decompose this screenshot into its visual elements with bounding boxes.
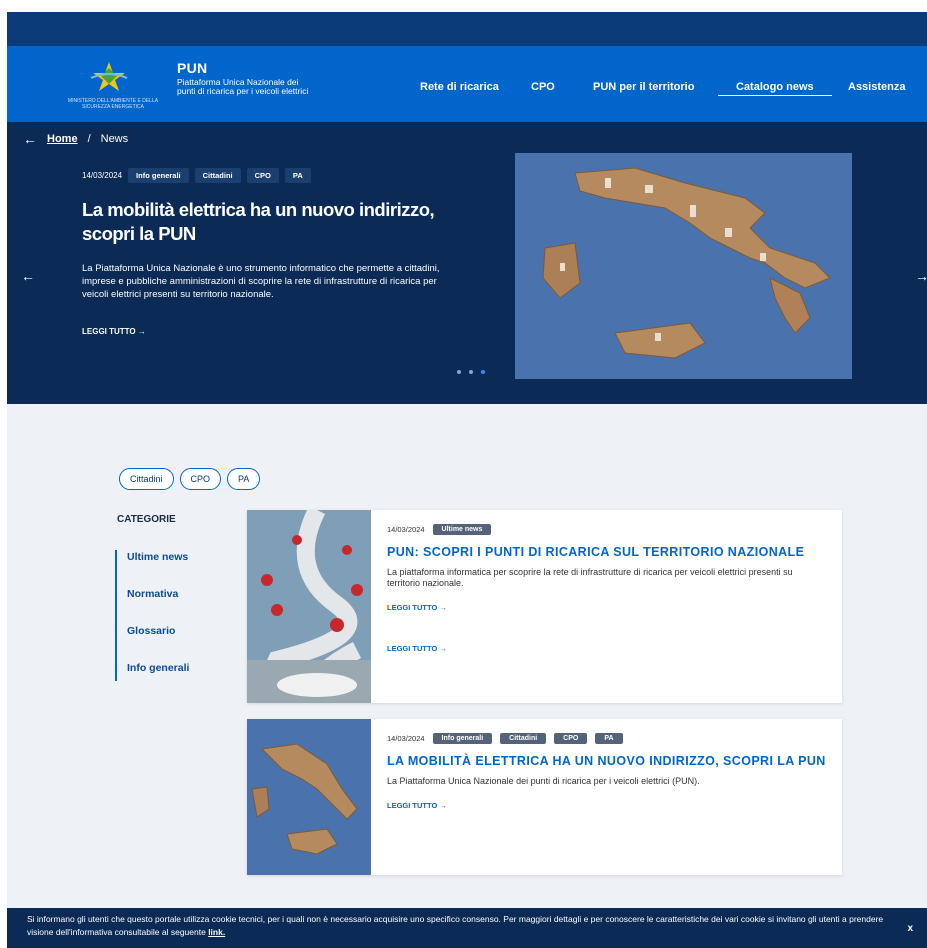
hero-date: 14/03/2024: [82, 171, 123, 180]
card-read-more-link[interactable]: LEGGI TUTTO →: [387, 801, 828, 810]
nav-pun-territorio[interactable]: PUN per il territorio: [593, 81, 694, 93]
category-info-generali[interactable]: Info generali: [117, 661, 189, 681]
card-date: 14/03/2024: [387, 734, 425, 743]
hero-read-more-link[interactable]: LEGGI TUTTO →: [82, 327, 146, 336]
nav-cpo[interactable]: CPO: [531, 81, 555, 93]
road-pins-image: [247, 510, 371, 703]
category-ultime-news[interactable]: Ultime news: [117, 550, 189, 587]
breadcrumb-separator: /: [87, 133, 91, 145]
chip-cpo[interactable]: CPO: [179, 468, 222, 490]
hero-tag[interactable]: Cittadini: [194, 168, 241, 183]
card-tag[interactable]: Cittadini: [500, 733, 547, 744]
nav-assistenza[interactable]: Assistenza: [848, 81, 905, 93]
chip-pa[interactable]: PA: [227, 468, 261, 490]
carousel-prev-icon[interactable]: ←: [21, 268, 35, 284]
news-section: Cittadini CPO PA CATEGORIE Ultime news N…: [7, 404, 927, 908]
arrow-left-icon[interactable]: ←: [23, 131, 37, 147]
brand[interactable]: PUN Piattaforma Unica Nazionale dei punt…: [177, 60, 317, 96]
carousel-next-icon[interactable]: →: [915, 268, 927, 284]
site-header: MINISTERO DELL'AMBIENTE E DELLA SICUREZZ…: [7, 46, 927, 122]
hero-tag[interactable]: CPO: [246, 168, 279, 183]
hero-title: La mobilità elettrica ha un nuovo indiri…: [82, 199, 435, 244]
card-text: La piattaforma informatica per scoprire …: [387, 567, 793, 588]
card-date: 14/03/2024: [387, 525, 425, 534]
card-read-more-link[interactable]: LEGGI TUTTO →: [387, 644, 828, 653]
card-meta: 14/03/2024 Ultime news: [387, 524, 828, 535]
cookie-text: Si informano gli utenti che questo porta…: [27, 914, 884, 937]
card-read-more-link[interactable]: LEGGI TUTTO →: [387, 603, 828, 612]
cookie-link[interactable]: link.: [208, 927, 225, 937]
carousel-dots: [457, 370, 485, 374]
hero-meta: 14/03/2024 Info generali Cittadini CPO P…: [82, 168, 311, 183]
brand-subtitle: Piattaforma Unica Nazionale dei punti di…: [177, 77, 309, 96]
card-title[interactable]: LA MOBILITÀ ELETTRICA HA UN NUOVO INDIRI…: [387, 754, 828, 768]
hero-tag[interactable]: PA: [284, 168, 311, 183]
card-title[interactable]: PUN: SCOPRI I PUNTI DI RICARICA SUL TERR…: [387, 545, 828, 559]
ministry-logo[interactable]: MINISTERO DELL'AMBIENTE E DELLA SICUREZZ…: [57, 58, 169, 110]
card-tag[interactable]: Ultime news: [432, 524, 492, 535]
filter-chips: Cittadini CPO PA: [119, 468, 261, 490]
carousel-dot-active[interactable]: [481, 370, 485, 374]
italy-map-thumbnail: [247, 719, 371, 875]
carousel-dot[interactable]: [469, 370, 473, 374]
categories-list: Ultime news Normativa Glossario Info gen…: [115, 550, 189, 681]
card-tag[interactable]: PA: [595, 733, 623, 744]
news-card[interactable]: 14/03/2024 Ultime news PUN: SCOPRI I PUN…: [247, 510, 842, 703]
hero-text: La Piattaforma Unica Nazionale è uno str…: [82, 263, 440, 300]
category-normativa[interactable]: Normativa: [117, 587, 189, 624]
card-tag[interactable]: Info generali: [432, 733, 493, 744]
card-meta: 14/03/2024 Info generali Cittadini CPO P…: [387, 733, 828, 744]
close-icon[interactable]: x: [907, 922, 913, 935]
italy-map-image: [515, 153, 852, 379]
categories-title: CATEGORIE: [117, 514, 176, 525]
category-glossario[interactable]: Glossario: [117, 624, 189, 661]
card-tag[interactable]: CPO: [554, 733, 588, 744]
carousel-dot[interactable]: [457, 370, 461, 374]
breadcrumb-home[interactable]: Home: [47, 133, 78, 145]
nav-catalogo-news[interactable]: Catalogo news: [718, 81, 832, 96]
chip-cittadini[interactable]: Cittadini: [119, 468, 174, 490]
brand-title: PUN: [177, 60, 208, 76]
star-logo-icon: [90, 62, 128, 91]
logo-caption: MINISTERO DELL'AMBIENTE E DELLA SICUREZZ…: [67, 98, 159, 110]
cookie-banner: Si informano gli utenti che questo porta…: [7, 908, 927, 948]
breadcrumb: ← Home / News: [23, 131, 128, 147]
hero-carousel: ← Home / News 14/03/2024 Info generali C…: [7, 122, 927, 404]
news-card[interactable]: 14/03/2024 Info generali Cittadini CPO P…: [247, 719, 842, 875]
hero-tag[interactable]: Info generali: [128, 168, 189, 183]
card-text: La Piattaforma Unica Nazionale dei punti…: [387, 776, 700, 786]
top-bar: [7, 12, 927, 46]
nav-rete-di-ricarica[interactable]: Rete di ricarica: [420, 81, 499, 93]
breadcrumb-current: News: [100, 133, 129, 145]
